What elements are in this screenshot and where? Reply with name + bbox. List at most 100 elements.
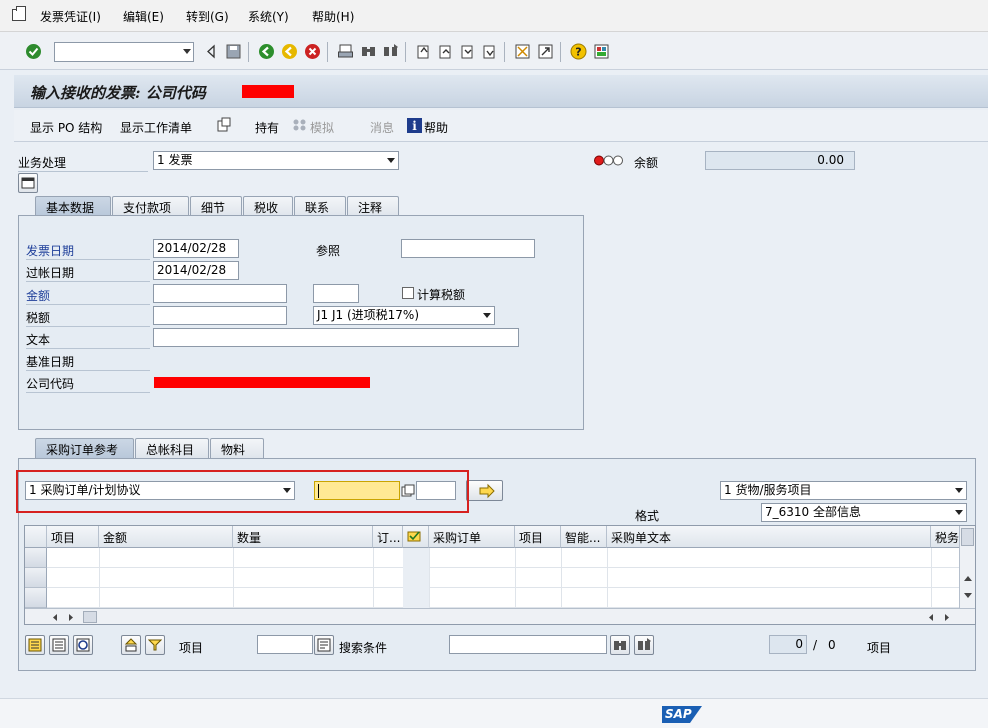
col-tax[interactable]: 税务 (931, 526, 961, 548)
find-button[interactable] (610, 635, 630, 655)
reference-input[interactable] (401, 239, 535, 258)
company-code-label: 公司代码 (26, 377, 75, 391)
table-row[interactable] (47, 588, 959, 608)
table-row[interactable] (47, 548, 959, 568)
redacted-company-name (154, 377, 370, 388)
vertical-scrollbar[interactable] (959, 526, 975, 608)
tax-code-select[interactable]: J1 J1 (进项税17%) (313, 306, 495, 325)
help-button[interactable]: 帮助 (424, 119, 448, 136)
create-shortcut-icon[interactable] (537, 43, 554, 60)
amount-input[interactable] (153, 284, 287, 303)
enter-check-icon[interactable] (25, 43, 42, 60)
menu-goto[interactable]: 转到(G) (186, 8, 229, 25)
header-toggle-button[interactable] (18, 173, 38, 193)
print-icon[interactable] (337, 43, 354, 60)
new-session-icon[interactable] (514, 43, 531, 60)
help-icon[interactable]: ? (570, 43, 587, 60)
horizontal-scrollbar[interactable] (25, 608, 975, 624)
select-all-button[interactable] (25, 635, 45, 655)
deselect-all-button[interactable] (49, 635, 69, 655)
row-selector[interactable] (25, 548, 47, 568)
col-smart-number[interactable]: 智能... (561, 526, 607, 548)
title-bar: 输入接收的发票: 公司代码 (14, 75, 988, 108)
refresh-button[interactable] (73, 635, 93, 655)
table-row[interactable] (47, 568, 959, 588)
scroll-right-icon[interactable] (67, 613, 75, 622)
col-amount[interactable]: 金额 (99, 526, 233, 548)
calculate-tax-checkbox[interactable] (402, 287, 414, 299)
find-next-icon[interactable] (382, 43, 399, 60)
execute-button[interactable] (466, 480, 503, 501)
tab-payment[interactable]: 支付款项 (112, 196, 189, 216)
invoice-date-label: 发票日期 (26, 244, 75, 258)
row-selector[interactable] (25, 568, 47, 588)
messages-button[interactable]: 消息 (370, 119, 394, 136)
sort-button[interactable] (121, 635, 141, 655)
last-page-icon[interactable] (481, 43, 498, 60)
item-number-input[interactable] (257, 635, 313, 654)
tax-amount-input[interactable] (153, 306, 287, 325)
scroll-left-end-icon[interactable] (927, 613, 935, 622)
customize-layout-icon[interactable] (593, 43, 610, 60)
col-checkmark[interactable] (403, 526, 429, 548)
balance-label: 余额 (634, 156, 659, 170)
scroll-left-icon[interactable] (51, 613, 59, 622)
menu-system[interactable]: 系统(Y) (248, 8, 289, 25)
item-grid: 项目 金额 数量 订... 采购订单 项目 智能... 采购单文本 税务 (24, 525, 976, 625)
tab-material[interactable]: 物料 (210, 438, 264, 458)
back-icon[interactable] (258, 43, 275, 60)
back-arrow-icon[interactable] (203, 43, 220, 60)
find-icon[interactable] (360, 43, 377, 60)
row-selector[interactable] (25, 588, 47, 608)
show-worklist-button[interactable]: 显示工作清单 (120, 119, 192, 136)
show-po-structure-button[interactable]: 显示 PO 结构 (30, 119, 102, 136)
hold-button[interactable]: 持有 (255, 119, 279, 136)
scroll-up-icon[interactable] (963, 574, 973, 582)
tab-notes[interactable]: 注释 (347, 196, 399, 216)
svg-text:?: ? (575, 46, 581, 59)
grid-select-all[interactable] (25, 526, 47, 548)
menu-help[interactable]: 帮助(H) (312, 8, 354, 25)
transaction-label: 业务处理 (18, 156, 67, 170)
transaction-select[interactable]: 1 发票 (153, 151, 399, 170)
filter-button[interactable] (145, 635, 165, 655)
scroll-right-end-icon[interactable] (943, 613, 951, 622)
tab-tax[interactable]: 税收 (243, 196, 293, 216)
layout-select[interactable]: 7_6310 全部信息 (761, 503, 967, 522)
other-document-icon[interactable] (216, 117, 232, 133)
col-purchase-order[interactable]: 采购订单 (429, 526, 515, 548)
save-icon[interactable] (225, 43, 242, 60)
text-input[interactable] (153, 328, 519, 347)
search-criteria-button[interactable] (314, 635, 334, 655)
first-page-icon[interactable] (415, 43, 432, 60)
find-next-button[interactable] (634, 635, 654, 655)
exit-icon[interactable] (281, 43, 298, 60)
scroll-down-icon[interactable] (963, 592, 973, 600)
tax-amount-label: 税额 (26, 311, 51, 325)
cancel-icon[interactable] (304, 43, 321, 60)
command-field[interactable] (54, 42, 194, 62)
menu-icon[interactable] (12, 6, 26, 21)
tab-contact[interactable]: 联系 (294, 196, 346, 216)
item-type-select[interactable]: 1 货物/服务项目 (720, 481, 967, 500)
col-quantity[interactable]: 数量 (233, 526, 373, 548)
tab-gl-account[interactable]: 总帐科目 (135, 438, 209, 458)
col-item[interactable]: 项目 (47, 526, 99, 548)
next-page-icon[interactable] (459, 43, 476, 60)
tab-po-reference[interactable]: 采购订单参考 (35, 438, 134, 458)
item-tabstrip: 采购订单参考 总帐科目 物料 (35, 438, 275, 458)
tab-basic-data[interactable]: 基本数据 (35, 196, 111, 216)
menu-invoice-document[interactable]: 发票凭证(I) (40, 8, 101, 25)
currency-input[interactable] (313, 284, 359, 303)
previous-page-icon[interactable] (437, 43, 454, 60)
search-input[interactable] (449, 635, 607, 654)
menu-edit[interactable]: 编辑(E) (123, 8, 164, 25)
tab-details[interactable]: 细节 (190, 196, 242, 216)
invoice-date-input[interactable]: 2014/02/28 (153, 239, 239, 258)
simulate-button[interactable]: 模拟 (310, 119, 334, 136)
posting-date-label: 过帐日期 (26, 266, 75, 280)
col-po-item[interactable]: 项目 (515, 526, 561, 548)
col-po-text[interactable]: 采购单文本 (607, 526, 931, 548)
posting-date-input[interactable]: 2014/02/28 (153, 261, 239, 280)
col-order-unit[interactable]: 订... (373, 526, 403, 548)
